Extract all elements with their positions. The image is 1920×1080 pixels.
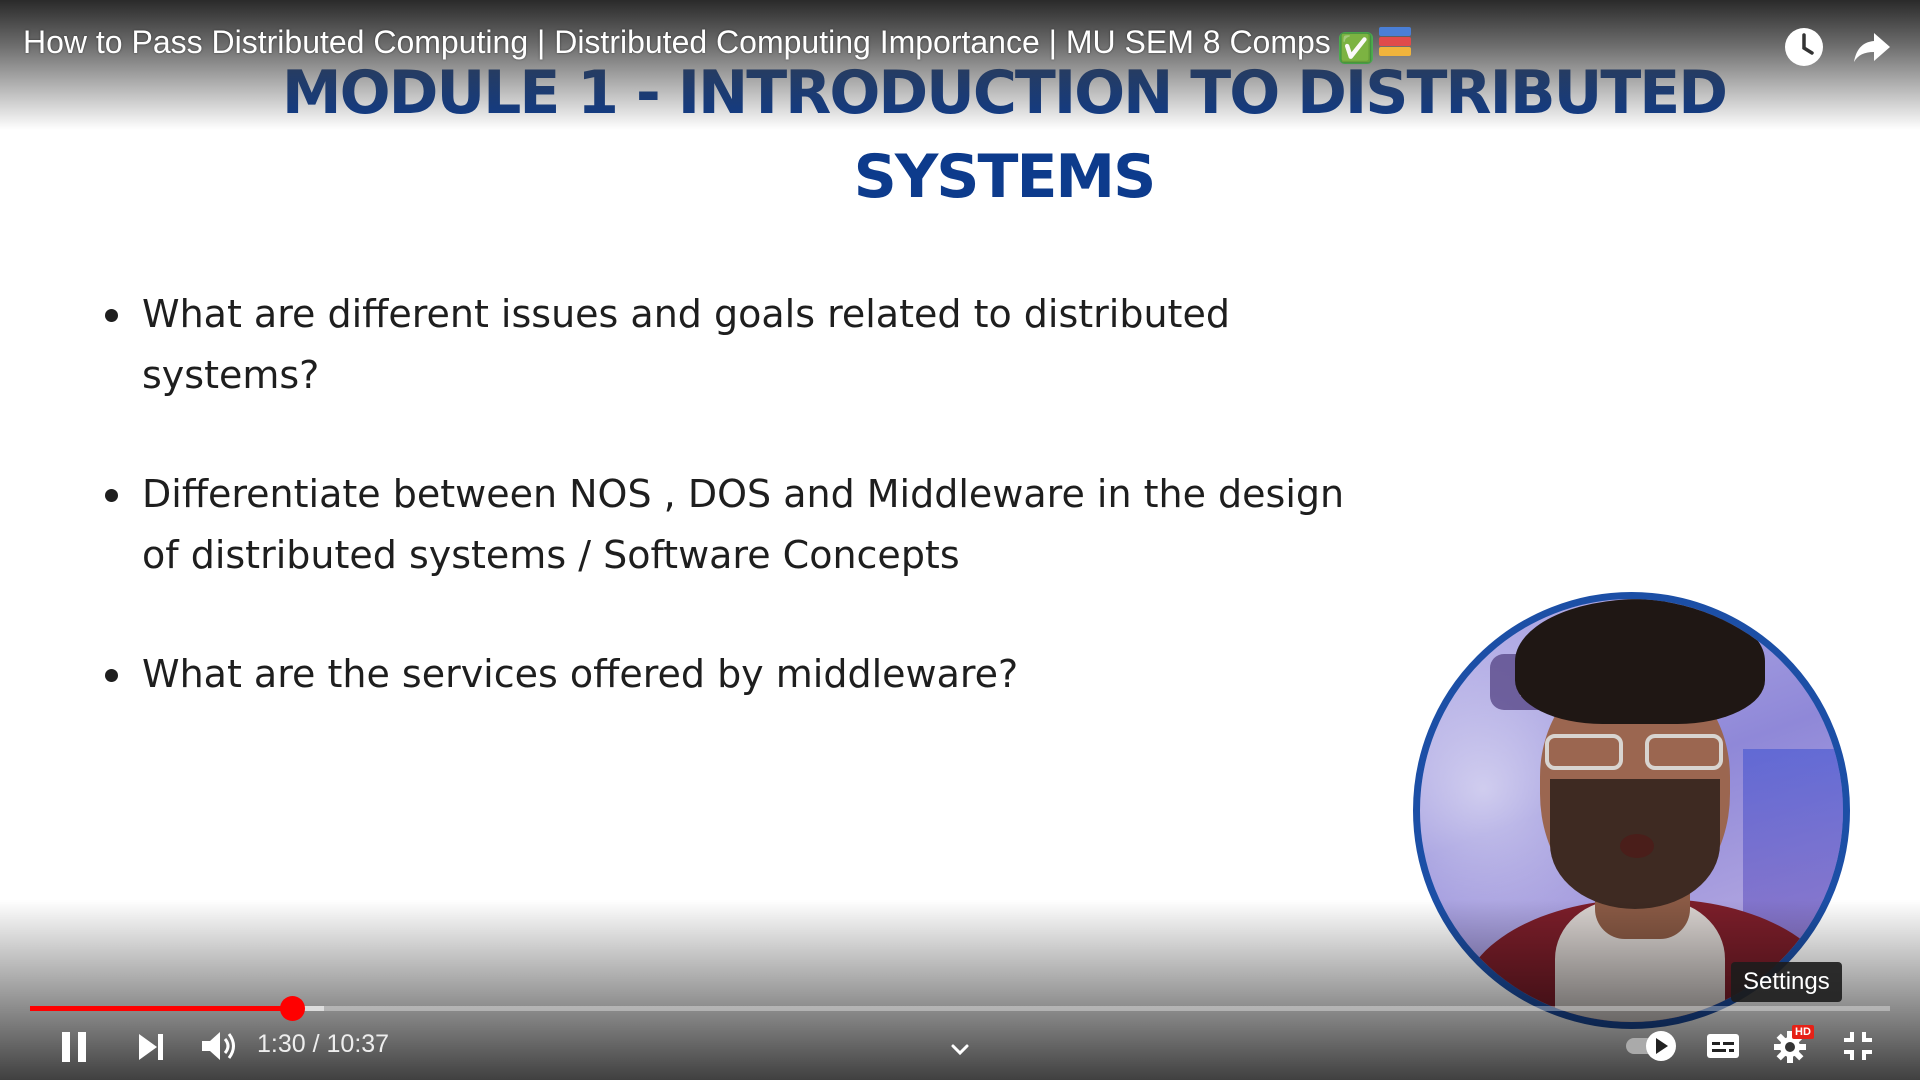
time-separator: / [305, 1030, 327, 1058]
bullet-dot [105, 309, 118, 322]
chevron-down-icon[interactable] [948, 1030, 972, 1070]
slide-bullet: What are the services offered by middlew… [100, 644, 1360, 705]
progress-played [30, 1006, 293, 1011]
check-emoji-icon: ✅ [1338, 32, 1373, 64]
hd-badge: HD [1792, 1025, 1814, 1039]
slide-bullet: What are different issues and goals rela… [100, 284, 1360, 406]
next-icon[interactable] [133, 1026, 169, 1066]
slide-bullet-text: What are different issues and goals rela… [142, 292, 1230, 397]
progress-scrubber[interactable] [280, 996, 306, 1021]
slide-bullet-text: What are the services offered by middlew… [142, 652, 1019, 696]
time-display: 1:30 / 10:37 [257, 1030, 389, 1059]
settings-tooltip: Settings [1731, 962, 1842, 1002]
bullet-dot [105, 489, 118, 502]
autoplay-toggle-icon[interactable] [1622, 1026, 1680, 1066]
subtitles-icon[interactable] [1703, 1026, 1743, 1066]
settings-button[interactable]: HD [1770, 1025, 1818, 1066]
progress-bar[interactable] [30, 996, 1890, 1021]
exit-fullscreen-icon[interactable] [1838, 1026, 1878, 1066]
slide-bullet-text: Differentiate between NOS , DOS and Midd… [142, 472, 1345, 577]
video-player[interactable]: MODULE 1 - INTRODUCTION TO DISTRIBUTED S… [0, 0, 1920, 1080]
duration: 10:37 [326, 1030, 390, 1058]
slide-heading-line1: MODULE 1 - INTRODUCTION TO DISTRIBUTED [281, 58, 1728, 128]
slide-bullet: Differentiate between NOS , DOS and Midd… [100, 464, 1360, 586]
pause-icon[interactable] [56, 1026, 92, 1066]
current-time: 1:30 [257, 1030, 306, 1058]
share-icon[interactable] [1850, 25, 1894, 69]
slide-heading-line2: SYSTEMS [853, 142, 1157, 212]
video-title[interactable]: How to Pass Distributed Computing | Dist… [23, 24, 1413, 64]
video-title-text: How to Pass Distributed Computing | Dist… [23, 24, 1331, 60]
volume-icon[interactable] [198, 1026, 238, 1066]
bullet-dot [105, 669, 118, 682]
slide-bullet-list: What are different issues and goals rela… [100, 284, 1360, 763]
watch-later-icon[interactable] [1782, 25, 1826, 69]
books-emoji-icon [1377, 25, 1413, 57]
